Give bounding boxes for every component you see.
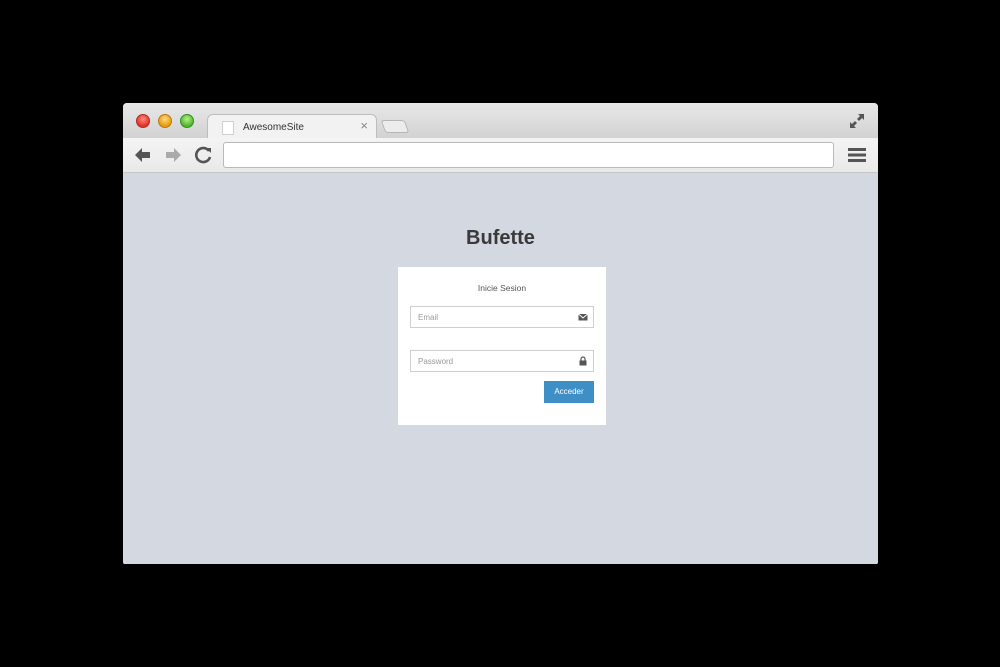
- back-arrow-icon[interactable]: [133, 146, 153, 164]
- maximize-window-button[interactable]: [180, 114, 194, 128]
- browser-tab[interactable]: AwesomeSite ×: [207, 114, 377, 139]
- page-content: Bufette Inicie Sesion Acceder: [123, 174, 878, 564]
- password-field[interactable]: [410, 350, 594, 372]
- reload-icon[interactable]: [194, 146, 214, 164]
- tab-close-icon[interactable]: ×: [360, 118, 368, 134]
- fullscreen-icon[interactable]: [848, 112, 866, 130]
- minimize-window-button[interactable]: [158, 114, 172, 128]
- email-input[interactable]: [411, 307, 571, 327]
- browser-window: AwesomeSite × Bufette Inicie Sesion Emai…: [123, 103, 878, 564]
- password-input[interactable]: [411, 351, 571, 371]
- login-title: Inicie Sesion: [477, 283, 527, 293]
- browser-toolbar: [123, 138, 878, 173]
- hamburger-menu-icon[interactable]: [848, 148, 866, 162]
- lock-icon: [579, 356, 587, 366]
- page-favicon-icon: [222, 121, 234, 135]
- login-card: Inicie Sesion Acceder: [398, 267, 606, 425]
- forward-arrow-icon[interactable]: [163, 146, 183, 164]
- login-submit-button[interactable]: Acceder: [544, 381, 594, 403]
- title-bar: AwesomeSite ×: [123, 103, 878, 139]
- new-tab-button[interactable]: [380, 120, 410, 133]
- email-field[interactable]: [410, 306, 594, 328]
- brand-title: Bufette: [466, 227, 535, 249]
- envelope-icon: [578, 313, 588, 321]
- tab-title: AwesomeSite: [243, 122, 304, 133]
- address-bar[interactable]: [223, 142, 834, 168]
- close-window-button[interactable]: [136, 114, 150, 128]
